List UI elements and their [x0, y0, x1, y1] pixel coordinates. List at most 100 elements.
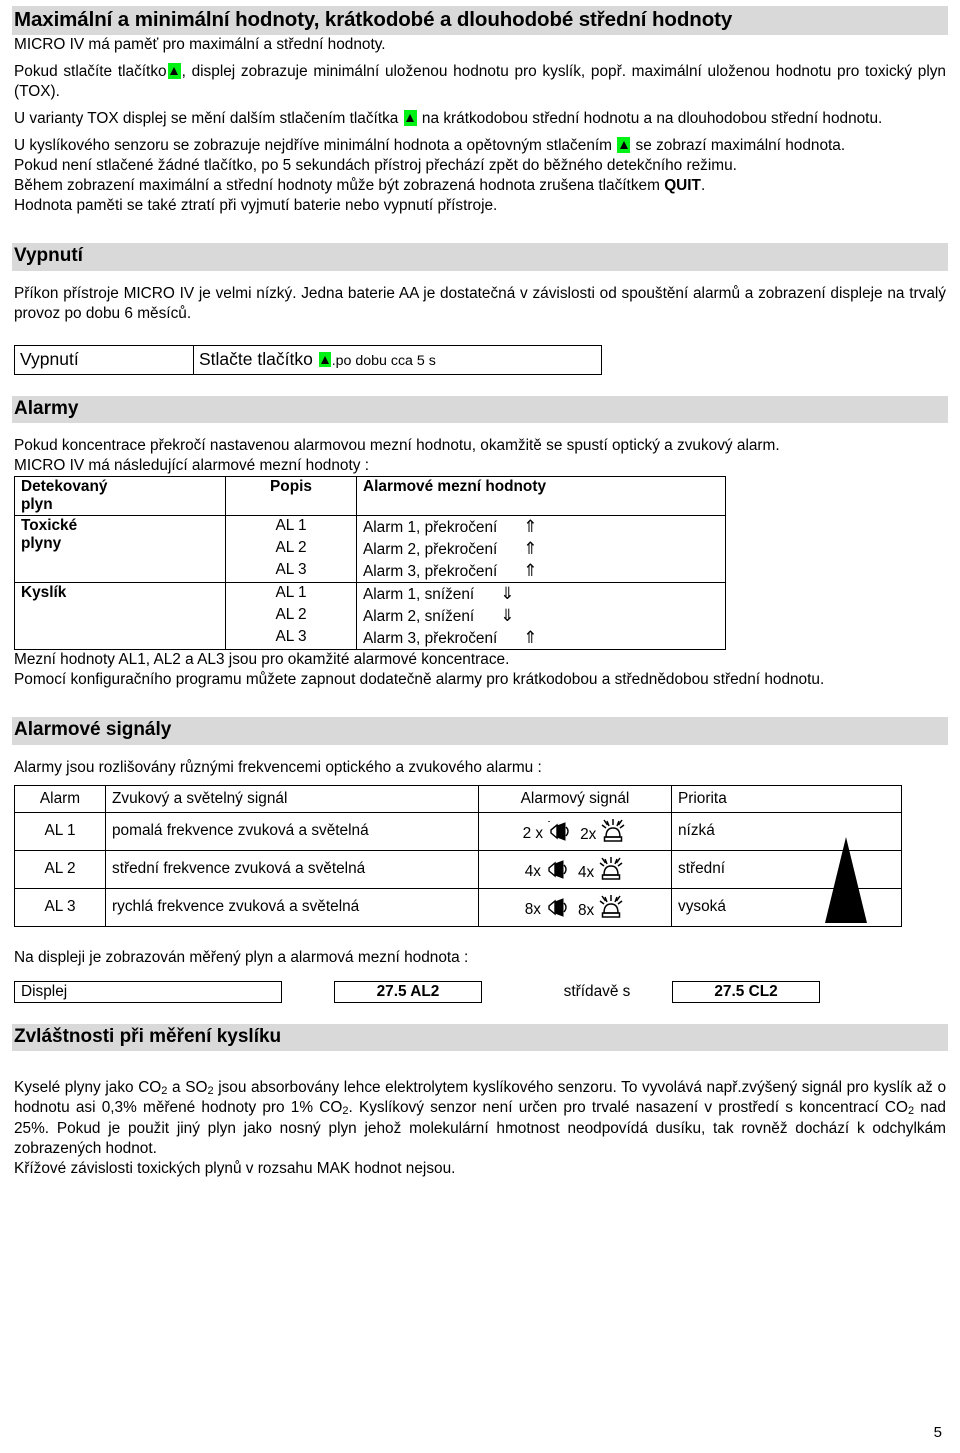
cell-alarm-level: AL 1: [14, 811, 106, 851]
page-number: 5: [933, 1424, 942, 1441]
header-alarm-signal: Alarmový signál: [478, 784, 672, 813]
text-press-key: Stlačte tlačítko: [199, 349, 313, 370]
text-part2: a SO: [167, 1079, 208, 1097]
cell-sound-description: střední frekvence zvuková a světelná: [105, 849, 479, 889]
text-part4: . Kyslíkový senzor není určen pro trvalé…: [348, 1099, 908, 1117]
box-display-value-2: 27.5 CL2: [672, 980, 820, 1003]
arrow-up-icon: ⇑: [523, 561, 538, 581]
beacon-count: 2x: [580, 826, 597, 844]
header-sound-light-signal: Zvukový a světelný signál: [105, 784, 479, 813]
paragraph-memory-note: MICRO IV má paměť pro maximální a středn…: [14, 36, 386, 54]
cell-signal-counts: 8x 8x: [478, 887, 672, 927]
table-header-row: Alarm Zvukový a světelný signál Alarmový…: [14, 784, 902, 813]
cell-signal-counts: 4x 4x: [478, 849, 672, 889]
horn-count: 4x: [524, 863, 541, 881]
table-vypnuti: Vypnutí Stlačte tlačítko .po dobu cca 5 …: [14, 344, 602, 375]
cell-sound-description: rychlá frekvence zvuková a světelná: [105, 887, 479, 927]
paragraph-tox-variant: U varianty TOX displej se mění dalším st…: [14, 109, 946, 129]
table-row: AL 1 pomalá frekvence zvuková a světelná…: [14, 811, 902, 851]
cell-sound-description: pomalá frekvence zvuková a světelná: [105, 811, 479, 851]
header-gas-line2: plyn: [21, 496, 53, 514]
cell-alarm-level: AL 3: [14, 887, 106, 927]
text-quit-prefix: Během zobrazení maximální a střední hodn…: [14, 177, 665, 195]
priority-label: nízká: [678, 822, 715, 840]
cell-alarm-level: AL 2: [14, 849, 106, 889]
up-arrow-key-icon: [403, 110, 417, 127]
header-alarm-limits: Alarmové mezní hodnoty: [356, 476, 726, 517]
document-page: Maximální a minimální hodnoty, krátkodob…: [0, 0, 960, 1453]
cell-gas-toxic: Toxické plyny: [14, 515, 226, 584]
cell-limit: Alarm 2, snížení ⇓: [356, 605, 726, 628]
up-arrow-key-icon: [617, 137, 631, 154]
heading-alarmy: Alarmy: [12, 395, 948, 424]
text-oxygen-suffix: se zobrazí maximální hodnota.: [635, 137, 846, 155]
cell-desc: AL 2: [225, 538, 357, 561]
paragraph-cross-sensitivity: Křížové závislosti toxických plynů v roz…: [14, 1159, 456, 1177]
horn-count: 2 x: [522, 825, 544, 843]
limit-text: Alarm 2, snížení: [363, 608, 475, 626]
cell-desc: AL 3: [225, 627, 357, 651]
box-displej-label: Displej: [14, 980, 282, 1003]
limit-text: Alarm 2, překročení: [363, 541, 498, 559]
arrow-up-icon: ⇑: [523, 539, 538, 559]
table-row: Vypnutí Stlačte tlačítko .po dobu cca 5 …: [14, 344, 602, 375]
paragraph-instant-concentrations: Mezní hodnoty AL1, AL2 a AL3 jsou pro ok…: [14, 651, 510, 669]
paragraph-display-shows: Na displeji je zobrazován měřený plyn a …: [14, 948, 469, 966]
paragraph-alarm-limits-intro: MICRO IV má následující alarmové mezní h…: [14, 457, 369, 475]
arrow-down-icon: ⇓: [500, 584, 515, 604]
header-priority: Priorita: [671, 784, 902, 813]
beacon-count: 8x: [578, 902, 595, 920]
table-header-row: Detekovaný plyn Popis Alarmové mezní hod…: [14, 476, 726, 517]
limit-text: Alarm 3, překročení: [363, 630, 498, 648]
paragraph-config-program: Pomocí konfiguračního programu můžete za…: [14, 671, 825, 689]
cell-desc: AL 1: [225, 582, 357, 606]
paragraph-timeout: Pokud není stlačené žádné tlačítko, po 5…: [14, 157, 737, 175]
horn-icon: [548, 860, 567, 879]
paragraph-power-consumption: Příkon přístroje MICRO IV je velmi nízký…: [14, 284, 946, 322]
beacon-light-icon: [599, 895, 623, 918]
text-tox-suffix: na krátkodobou střední hodnotu a na dlou…: [421, 110, 883, 128]
cell-gas-oxygen: Kyslík: [14, 582, 226, 651]
text-press-key-prefix: Pokud stlačíte tlačítko: [14, 63, 167, 81]
up-arrow-key-icon: [167, 63, 181, 80]
header-alarm: Alarm: [14, 784, 106, 813]
keyword-quit: QUIT: [664, 177, 701, 195]
header-popis: Popis: [225, 476, 357, 517]
gas-name-line2: plyny: [21, 535, 62, 553]
limit-text: Alarm 1, překročení: [363, 519, 498, 537]
heading-vypnuti: Vypnutí: [12, 243, 948, 271]
paragraph-quit-button: Během zobrazení maximální a střední hodn…: [14, 176, 946, 196]
display-example-row: Displej 27.5 AL2 střídavě s 27.5 CL2: [14, 980, 946, 1003]
horn-count: 8x: [524, 901, 541, 919]
header-gas-line1: Detekovaný: [21, 478, 108, 496]
beacon-light-icon: [601, 819, 625, 842]
table-row: Kyslík AL 1 Alarm 1, snížení ⇓: [14, 582, 726, 651]
beacon-light-icon: [599, 857, 623, 880]
header-detected-gas: Detekovaný plyn: [14, 476, 226, 517]
table-row: AL 2 střední frekvence zvuková a světeln…: [14, 849, 902, 889]
cell-priority: střední: [671, 849, 902, 889]
cell-limit: Alarm 1, překročení ⇑: [356, 515, 726, 539]
box-display-value-1: 27.5 AL2: [334, 980, 482, 1003]
cell-desc: AL 2: [225, 605, 357, 628]
text-tox-prefix: U varianty TOX displej se mění dalším st…: [14, 110, 399, 128]
cell-desc: AL 1: [225, 515, 357, 539]
heading-alarmove-signaly: Alarmové signály: [12, 717, 948, 745]
gas-name-line1: Toxické: [21, 517, 78, 535]
text-oxygen-prefix: U kyslíkového senzoru se zobrazuje nejdř…: [14, 137, 612, 155]
paragraph-press-key-min: Pokud stlačíte tlačítko, displej zobrazu…: [14, 62, 946, 102]
cell-limit: Alarm 3, překročení ⇑: [356, 627, 726, 651]
priority-triangle-icon: [825, 836, 867, 923]
cell-limit: Alarm 2, překročení ⇑: [356, 538, 726, 561]
beacon-count: 4x: [578, 864, 595, 882]
horn-icon: [548, 821, 569, 841]
cell-signal-counts: 2 x 2x: [478, 811, 672, 851]
cell-limit: Alarm 3, překročení ⇑: [356, 560, 726, 584]
heading-zvlastnosti-kyslik: Zvláštnosti při měření kyslíku: [12, 1023, 948, 1052]
arrow-up-icon: ⇑: [523, 628, 538, 648]
heading-max-min-values: Maximální a minimální hodnoty, krátkodob…: [12, 6, 948, 36]
cell-priority: nízká: [671, 811, 902, 851]
arrow-down-icon: ⇓: [500, 606, 515, 626]
text-quit-suffix: .: [700, 177, 706, 195]
paragraph-acid-gases: Kyselé plyny jako CO2 a SO2 jsou absorbo…: [14, 1078, 946, 1159]
